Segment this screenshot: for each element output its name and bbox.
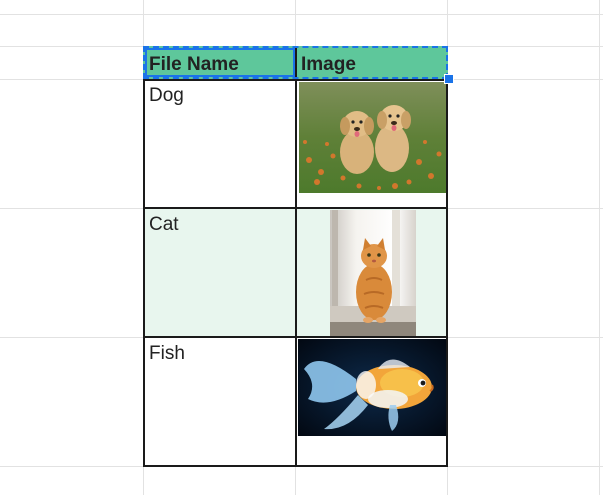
puppies-picture [299, 82, 447, 193]
fish-image[interactable] [298, 339, 447, 436]
table-border [446, 79, 448, 467]
table-border [143, 79, 145, 467]
header-cell-image[interactable]: Image [295, 46, 448, 79]
cat-picture [330, 210, 416, 337]
file-name-text: Cat [149, 214, 179, 235]
file-name-text: Fish [149, 343, 185, 364]
file-name-text: Dog [149, 85, 184, 106]
table-cell-file-name[interactable]: Dog [143, 79, 295, 208]
table-border [295, 46, 297, 467]
header-cell-file-name[interactable]: File Name [143, 46, 295, 79]
gridline [599, 0, 600, 495]
spreadsheet-canvas[interactable]: File Name Image Dog Cat Fish [0, 0, 603, 495]
goldfish-picture [298, 339, 447, 436]
table-cell-file-name[interactable]: Fish [143, 337, 295, 466]
fill-handle[interactable] [444, 74, 454, 84]
gridline [0, 14, 603, 15]
header-label: File Name [149, 54, 239, 75]
dog-image[interactable] [299, 82, 447, 193]
table-cell-file-name[interactable]: Cat [143, 208, 295, 337]
header-label: Image [301, 54, 356, 75]
cat-image[interactable] [330, 210, 416, 337]
